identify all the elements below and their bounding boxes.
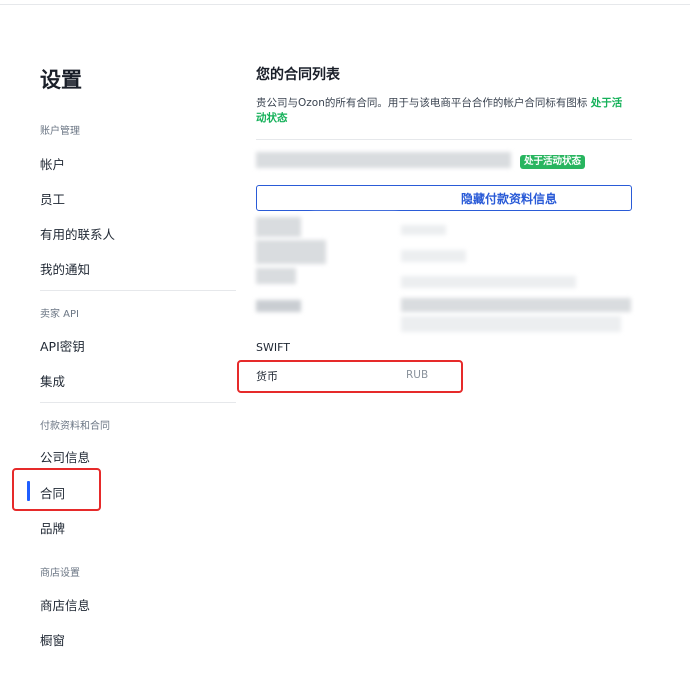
sidebar-item-integrations[interactable]: 集成 (40, 371, 65, 390)
sidebar-item-api-keys[interactable]: API密钥 (40, 336, 85, 355)
highlight-box-contracts (12, 468, 101, 511)
description-text: 贵公司与Ozon的所有合同。用于与该电商平台合作的帐户合同标有图标 (256, 97, 588, 109)
content-divider (256, 139, 632, 140)
sidebar-item-account[interactable]: 帐户 (40, 154, 65, 173)
redacted-field-value (401, 276, 576, 288)
sidebar-item-showcase[interactable]: 橱窗 (40, 630, 65, 649)
contract-status-badge: 处于活动状态 (520, 155, 586, 169)
toggle-payment-details-button[interactable]: 隐藏付款资料信息 (256, 185, 632, 211)
sidebar-item-store-info[interactable]: 商店信息 (40, 595, 90, 614)
redacted-field-value (401, 316, 621, 332)
contracts-title: 您的合同列表 (256, 67, 340, 83)
sidebar-item-employees[interactable]: 员工 (40, 189, 65, 208)
section-store-settings: 商店设置 (40, 568, 80, 579)
settings-sidebar: 设置 账户管理 帐户 员工 有用的联系人 我的通知 卖家 API API密钥 集… (0, 0, 240, 678)
sidebar-divider (40, 290, 236, 291)
section-payment-contracts: 付款资料和合同 (40, 421, 110, 432)
redacted-field-label (256, 240, 326, 264)
section-seller-api: 卖家 API (40, 309, 79, 320)
sidebar-item-company-info[interactable]: 公司信息 (40, 447, 90, 466)
redacted-field-label (256, 217, 301, 237)
sidebar-divider (40, 402, 236, 403)
sidebar-item-brands[interactable]: 品牌 (40, 518, 65, 537)
contracts-panel: 您的合同列表 贵公司与Ozon的所有合同。用于与该电商平台合作的帐户合同标有图标… (256, 0, 636, 678)
redacted-field-value (401, 298, 631, 312)
redacted-field-label (256, 268, 296, 284)
redacted-contract-name (256, 152, 511, 168)
redacted-button-overlay (312, 190, 397, 208)
settings-page: 设置 账户管理 帐户 员工 有用的联系人 我的通知 卖家 API API密钥 集… (0, 0, 690, 678)
highlight-box-currency (237, 360, 463, 393)
page-title: 设置 (40, 68, 82, 92)
redacted-field-value (401, 225, 446, 235)
contracts-description: 贵公司与Ozon的所有合同。用于与该电商平台合作的帐户合同标有图标 处于活动状态 (256, 96, 632, 126)
section-account-management: 账户管理 (40, 126, 80, 137)
sidebar-item-useful-contacts[interactable]: 有用的联系人 (40, 224, 115, 243)
swift-label: SWIFT (256, 341, 290, 354)
redacted-field-label (256, 300, 301, 312)
sidebar-item-notifications[interactable]: 我的通知 (40, 259, 90, 278)
redacted-field-value (401, 250, 466, 262)
